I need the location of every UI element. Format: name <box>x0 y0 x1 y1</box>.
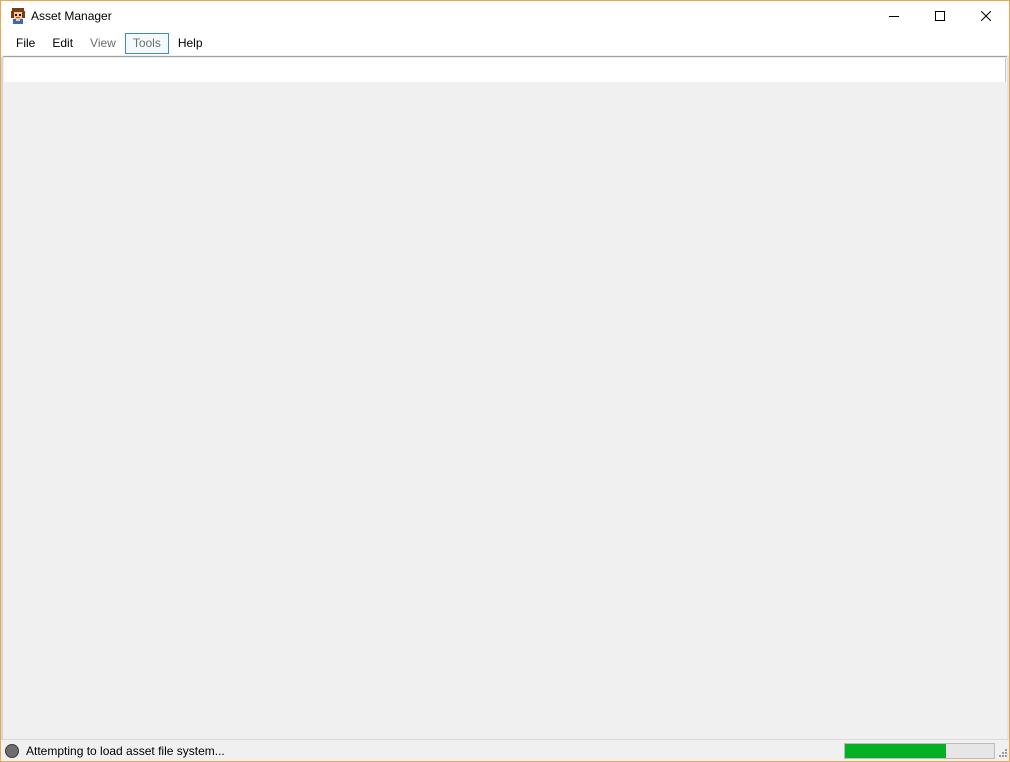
menu-help[interactable]: Help <box>170 33 211 54</box>
window-controls <box>871 1 1009 31</box>
status-message: Attempting to load asset file system... <box>26 744 225 758</box>
minimize-button[interactable] <box>871 1 917 31</box>
load-progress-bar <box>844 743 995 759</box>
menu-bar: File Edit View Tools Help <box>1 31 1009 55</box>
menu-file[interactable]: File <box>8 33 43 54</box>
toolbar-strip[interactable] <box>4 58 1006 82</box>
status-bar: Attempting to load asset file system... <box>1 739 1009 761</box>
menu-view[interactable]: View <box>82 33 124 54</box>
menu-divider <box>3 56 1007 57</box>
title-bar[interactable]: Asset Manager <box>1 1 1009 31</box>
right-frame-edge <box>1007 57 1009 739</box>
close-button[interactable] <box>963 1 1009 31</box>
progress-fill <box>845 744 947 758</box>
left-frame-edge <box>1 57 3 739</box>
resize-grip-icon[interactable] <box>997 749 1007 759</box>
menu-edit[interactable]: Edit <box>44 33 81 54</box>
character-face-icon <box>10 8 26 24</box>
main-content-area[interactable] <box>4 82 1007 739</box>
status-circle-icon <box>5 744 19 758</box>
asset-manager-window: Asset Manager File Edit View Tools Help … <box>0 0 1010 762</box>
minimize-icon <box>889 16 899 17</box>
close-icon <box>981 11 991 21</box>
maximize-button[interactable] <box>917 1 963 31</box>
window-title: Asset Manager <box>31 9 112 23</box>
maximize-icon <box>935 11 945 21</box>
menu-tools[interactable]: Tools <box>124 32 169 54</box>
